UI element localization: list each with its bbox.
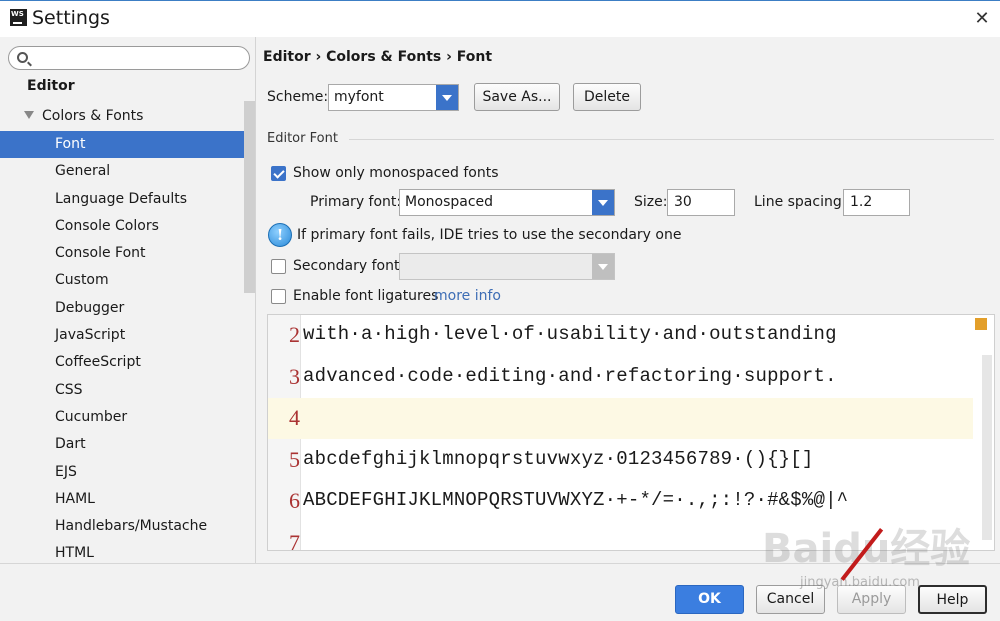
sidebar-item[interactable]: EJS (0, 459, 255, 486)
chevron-down-icon[interactable] (436, 85, 458, 110)
sidebar-item[interactable]: Font (0, 131, 255, 159)
window-title: Settings (32, 7, 110, 29)
baidu-watermark-url: jingyan.baidu.com (800, 575, 920, 590)
preview-line: 3 advanced·code·editing·and·refactoring·s… (268, 357, 973, 398)
sidebar-item[interactable]: Debugger (0, 295, 255, 322)
preview-code-text: abcdefghijklmnopqrstuvwxyz·0123456789·()… (303, 447, 814, 470)
line-number: 2 (289, 322, 300, 347)
tree-node-editor[interactable]: Editor (27, 78, 75, 94)
sidebar-item[interactable]: Cucumber (0, 404, 255, 431)
webstorm-app-icon: WS (10, 9, 27, 26)
line-spacing-label: Line spacing: (754, 194, 847, 210)
sidebar-item[interactable]: Custom (0, 267, 255, 294)
expand-arrow-icon[interactable] (24, 111, 34, 119)
ligatures-checkbox[interactable] (271, 289, 286, 304)
more-info-link[interactable]: more info (434, 288, 501, 304)
settings-content: Editor › Colors & Fonts › Font Scheme: m… (256, 37, 1000, 563)
preview-code-text: ABCDEFGHIJKLMNOPQRSTUVWXYZ·+-*/=·.,;:!?·… (303, 489, 849, 511)
monospaced-only-label: Show only monospaced fonts (293, 165, 499, 181)
line-number: 7 (289, 529, 300, 551)
line-spacing-field[interactable]: 1.2 (843, 189, 910, 216)
save-as-button[interactable]: Save As... (474, 83, 560, 111)
preview-line: 2 with·a·high·level·of·usability·and·outs… (268, 315, 973, 356)
settings-sidebar: Editor Colors & Fonts Font General Languag… (0, 37, 256, 563)
info-text: If primary font fails, IDE tries to use … (297, 227, 682, 243)
scheme-select[interactable]: myfont (328, 84, 459, 111)
ligatures-label: Enable font ligatures (293, 288, 439, 304)
preview-line: 5 abcdefghijklmnopqrstuvwxyz·0123456789·(… (268, 440, 973, 481)
sidebar-item[interactable]: Console Colors (0, 213, 255, 240)
scheme-label: Scheme: (267, 89, 329, 105)
preview-scrollbar[interactable] (982, 355, 992, 540)
info-icon: ! (268, 223, 292, 247)
sidebar-item[interactable]: CoffeeScript (0, 349, 255, 376)
line-number: 5 (289, 446, 300, 472)
chevron-down-icon[interactable] (592, 254, 614, 279)
secondary-font-checkbox[interactable] (271, 259, 286, 274)
section-divider (349, 139, 994, 140)
line-number: 6 (289, 488, 300, 513)
size-label: Size: (634, 194, 668, 210)
sidebar-item[interactable]: CSS (0, 377, 255, 404)
secondary-font-label: Secondary font: (293, 258, 405, 274)
preview-line: 4 (268, 398, 973, 439)
sidebar-item[interactable]: JavaScript (0, 322, 255, 349)
search-input[interactable] (8, 46, 250, 70)
line-number: 3 (289, 363, 300, 389)
title-bar: WS Settings ✕ (0, 0, 1000, 37)
error-stripe-marker[interactable] (975, 318, 987, 330)
sidebar-item[interactable]: Console Font (0, 240, 255, 267)
primary-font-select[interactable]: Monospaced (399, 189, 615, 216)
editor-font-section-title: Editor Font (267, 131, 338, 146)
breadcrumb: Editor › Colors & Fonts › Font (263, 49, 493, 65)
help-button[interactable]: Help (918, 585, 987, 614)
sidebar-item[interactable]: Dart (0, 431, 255, 458)
secondary-font-select[interactable] (399, 253, 615, 280)
preview-code-text: advanced·code·editing·and·refactoring·su… (303, 364, 837, 387)
ok-button[interactable]: OK (675, 585, 744, 614)
sidebar-item[interactable]: Language Defaults (0, 186, 255, 213)
sidebar-item[interactable]: HAML (0, 486, 255, 513)
sidebar-item[interactable]: General (0, 158, 255, 185)
tree-children: Font General Language Defaults Console Colo… (0, 131, 255, 563)
monospaced-only-checkbox[interactable] (271, 166, 286, 181)
sidebar-scrollbar[interactable] (244, 101, 255, 293)
sidebar-item[interactable]: HTML (0, 540, 255, 563)
primary-font-label: Primary font: (310, 194, 402, 210)
delete-button[interactable]: Delete (573, 83, 641, 111)
search-icon (17, 52, 28, 63)
chevron-down-icon[interactable] (592, 190, 614, 215)
tree-node-colors-fonts[interactable]: Colors & Fonts (24, 108, 143, 124)
close-icon[interactable]: ✕ (970, 7, 994, 31)
sidebar-item[interactable]: Handlebars/Mustache (0, 513, 255, 540)
line-number: 4 (289, 405, 300, 430)
size-field[interactable]: 30 (667, 189, 735, 216)
preview-code-text: with·a·high·level·of·usability·and·outst… (303, 323, 837, 345)
